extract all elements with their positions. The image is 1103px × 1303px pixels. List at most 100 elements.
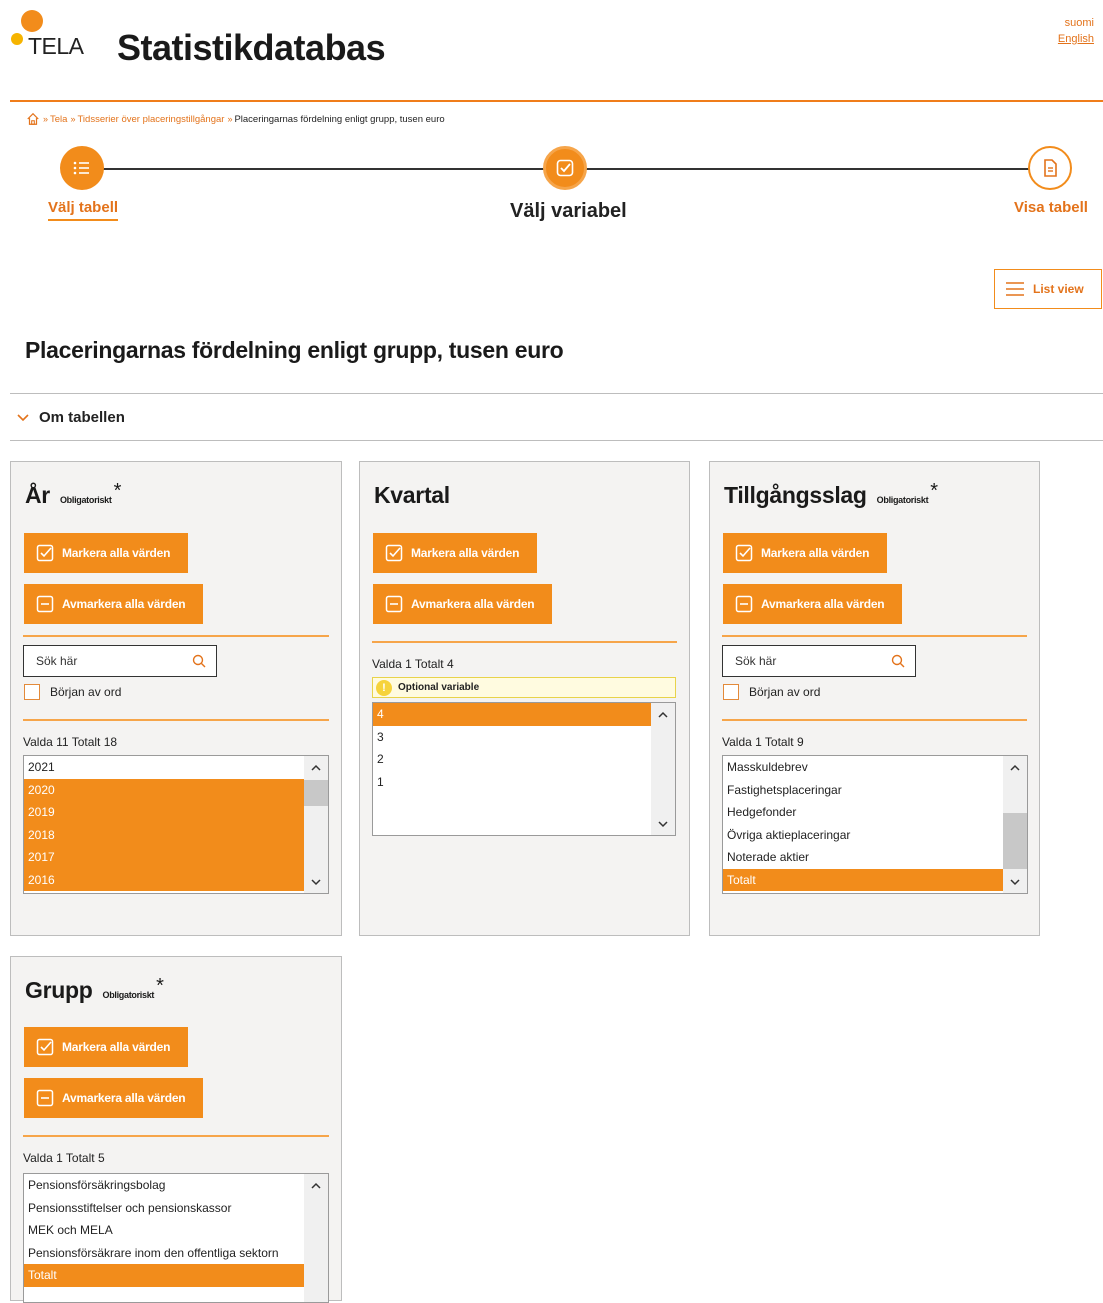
language-link-english[interactable]: English bbox=[1058, 33, 1094, 45]
about-table-toggle[interactable]: Om tabellen bbox=[16, 409, 125, 426]
word-start-label: Början av ord bbox=[749, 685, 821, 699]
word-start-option[interactable]: Början av ord bbox=[723, 684, 820, 700]
panel-title-text: Kvartal bbox=[374, 482, 450, 508]
listbox-scrollbar[interactable] bbox=[1003, 756, 1027, 893]
checkbox-check-icon bbox=[735, 544, 753, 562]
listbox-scrollbar[interactable] bbox=[651, 703, 675, 835]
listbox-scrollbar[interactable] bbox=[304, 1174, 328, 1302]
listbox-option[interactable]: 2019 bbox=[24, 801, 304, 824]
select-all-button[interactable]: Markera alla värden bbox=[24, 533, 189, 573]
variable-panel-quarter: Kvartal Markera alla värden Avmarkera al… bbox=[359, 461, 690, 936]
listbox-option[interactable]: Pensionsförsäkrare inom den offentliga s… bbox=[24, 1242, 304, 1265]
listbox-option[interactable]: Masskuldebrev bbox=[723, 756, 1003, 779]
step-choose-table[interactable] bbox=[60, 146, 104, 190]
info-icon: ! bbox=[376, 679, 392, 696]
values-listbox[interactable]: Masskuldebrev Fastighetsplaceringar Hedgef… bbox=[722, 755, 1028, 894]
document-icon bbox=[1044, 159, 1057, 177]
list-view-label: List view bbox=[1033, 282, 1084, 296]
listbox-option[interactable]: 4 bbox=[373, 703, 651, 726]
logo-text: TELA bbox=[28, 33, 84, 59]
scroll-up-icon[interactable] bbox=[304, 756, 328, 778]
listbox-option[interactable]: 2017 bbox=[24, 846, 304, 869]
divider bbox=[10, 393, 1103, 394]
hamburger-icon bbox=[1006, 282, 1024, 296]
checkbox-check-icon bbox=[36, 544, 54, 562]
listbox-option[interactable]: 2021 bbox=[24, 756, 304, 779]
search-field[interactable] bbox=[23, 645, 217, 677]
deselect-all-label: Avmarkera alla värden bbox=[411, 597, 535, 611]
panel-title-text: Grupp bbox=[25, 977, 93, 1003]
panel-title: Grupp Obligatoriskt * bbox=[25, 975, 164, 1004]
optional-variable-notice: ! Optional variable bbox=[372, 677, 676, 698]
checkbox-check-icon bbox=[385, 544, 403, 562]
list-view-button[interactable]: List view bbox=[994, 269, 1102, 309]
required-label: Obligatoriskt * bbox=[102, 975, 164, 1000]
listbox-option[interactable]: Pensionsförsäkringsbolag bbox=[24, 1174, 304, 1197]
panel-title: År Obligatoriskt * bbox=[25, 480, 121, 509]
search-input[interactable] bbox=[34, 653, 178, 669]
scrollbar-thumb[interactable] bbox=[304, 780, 328, 806]
listbox-option[interactable]: MEK och MELA bbox=[24, 1219, 304, 1242]
deselect-all-button[interactable]: Avmarkera alla värden bbox=[373, 584, 553, 624]
breadcrumb-separator: » bbox=[43, 114, 48, 124]
listbox-option[interactable]: 2 bbox=[373, 748, 651, 771]
listbox-options: 2021 2020 2019 2018 2017 2016 bbox=[24, 756, 304, 891]
listbox-option[interactable]: Övriga aktieplaceringar bbox=[723, 824, 1003, 847]
search-icon[interactable] bbox=[192, 654, 206, 668]
listbox-option[interactable]: Pensionsstiftelser och pensionskassor bbox=[24, 1197, 304, 1220]
scroll-down-icon[interactable] bbox=[651, 813, 675, 835]
listbox-scrollbar[interactable] bbox=[304, 756, 328, 893]
panel-separator bbox=[722, 719, 1027, 721]
home-icon[interactable] bbox=[26, 112, 40, 126]
breadcrumb-link-tidsserier[interactable]: Tidsserier över placeringstillgångar bbox=[77, 114, 224, 125]
listbox-option[interactable]: 3 bbox=[373, 726, 651, 749]
values-listbox[interactable]: Pensionsförsäkringsbolag Pensionsstiftels… bbox=[23, 1173, 329, 1303]
select-all-button[interactable]: Markera alla värden bbox=[373, 533, 538, 573]
deselect-all-label: Avmarkera alla värden bbox=[62, 597, 186, 611]
listbox-option[interactable]: Noterade aktier bbox=[723, 846, 1003, 869]
listbox-option[interactable]: 2020 bbox=[24, 778, 304, 801]
select-all-label: Markera alla värden bbox=[62, 1040, 171, 1054]
scrollbar-thumb[interactable] bbox=[1003, 813, 1027, 869]
selection-count: Valda 1 Totalt 4 bbox=[372, 657, 454, 671]
listbox-option[interactable]: Fastighetsplaceringar bbox=[723, 779, 1003, 802]
deselect-all-button[interactable]: Avmarkera alla värden bbox=[723, 584, 903, 624]
listbox-option[interactable]: 2016 bbox=[24, 868, 304, 891]
step-label-choose-table[interactable]: Välj tabell bbox=[48, 199, 119, 221]
listbox-option[interactable]: Totalt bbox=[723, 868, 1003, 891]
word-start-checkbox[interactable] bbox=[24, 684, 40, 700]
word-start-option[interactable]: Början av ord bbox=[24, 684, 121, 700]
scroll-down-icon[interactable] bbox=[1003, 871, 1027, 893]
select-all-button[interactable]: Markera alla värden bbox=[723, 533, 888, 573]
search-field[interactable] bbox=[722, 645, 916, 677]
listbox-option[interactable]: Hedgefonder bbox=[723, 801, 1003, 824]
scroll-up-icon[interactable] bbox=[1003, 756, 1027, 778]
checkbox-minus-icon bbox=[385, 595, 403, 613]
word-start-checkbox[interactable] bbox=[723, 684, 739, 700]
search-icon[interactable] bbox=[891, 654, 905, 668]
scroll-up-icon[interactable] bbox=[651, 703, 675, 725]
breadcrumb-separator: » bbox=[70, 114, 75, 124]
search-input[interactable] bbox=[733, 653, 877, 669]
deselect-all-button[interactable]: Avmarkera alla värden bbox=[24, 584, 204, 624]
scroll-up-icon[interactable] bbox=[304, 1174, 328, 1196]
breadcrumb-link-tela[interactable]: Tela bbox=[50, 114, 67, 125]
values-listbox[interactable]: 4321 bbox=[372, 702, 676, 836]
language-link-suomi[interactable]: suomi bbox=[1065, 17, 1094, 29]
listbox-option[interactable]: 2018 bbox=[24, 823, 304, 846]
values-listbox[interactable]: 2021 2020 2019 2018 2017 2016 bbox=[23, 755, 329, 894]
scroll-down-icon[interactable] bbox=[304, 871, 328, 893]
select-all-button[interactable]: Markera alla värden bbox=[24, 1027, 189, 1067]
checkbox-minus-icon bbox=[36, 1089, 54, 1107]
step-label-show-table[interactable]: Visa tabell bbox=[1014, 199, 1088, 216]
panel-separator bbox=[23, 635, 329, 637]
check-icon bbox=[556, 159, 574, 177]
logo-dot-orange bbox=[21, 10, 43, 32]
deselect-all-button[interactable]: Avmarkera alla värden bbox=[24, 1078, 204, 1118]
listbox-option[interactable]: Totalt bbox=[24, 1264, 304, 1287]
selection-count: Valda 11 Totalt 18 bbox=[23, 735, 118, 749]
checkbox-minus-icon bbox=[36, 595, 54, 613]
step-show-table[interactable] bbox=[1028, 146, 1072, 190]
listbox-option[interactable]: 1 bbox=[373, 771, 651, 794]
select-all-label: Markera alla värden bbox=[761, 546, 870, 560]
